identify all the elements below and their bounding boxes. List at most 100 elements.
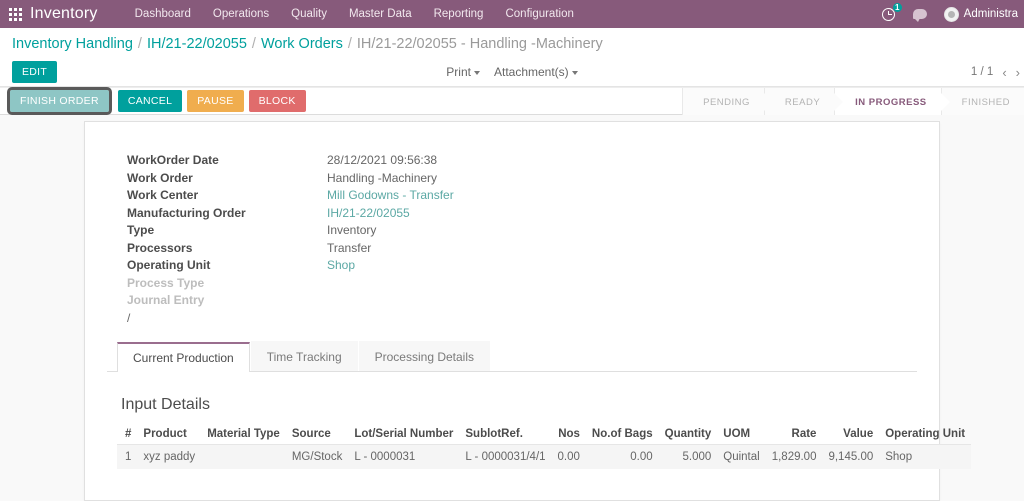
breadcrumb-separator: / xyxy=(347,36,352,52)
table-row[interactable]: 1 xyz paddy MG/Stock L - 0000031 L - 000… xyxy=(117,444,972,469)
apps-grid-glyph xyxy=(8,7,22,21)
attachments-dropdown[interactable]: Attachment(s) xyxy=(494,65,578,79)
column-header-material-type[interactable]: Material Type xyxy=(201,424,286,445)
cell-sublot-ref: L - 0000031/4/1 xyxy=(459,444,552,469)
cancel-button[interactable]: CANCEL xyxy=(117,90,183,112)
cell-nos: 0.00 xyxy=(551,444,586,469)
status-step-pending[interactable]: PENDING xyxy=(682,88,773,116)
field-label-workorder-date: WorkOrder Date xyxy=(127,153,219,167)
column-header-rate[interactable]: Rate xyxy=(765,424,823,445)
cell-quantity: 5.000 xyxy=(658,444,718,469)
block-button[interactable]: BLOCK xyxy=(248,90,306,112)
field-value-manufacturing-order[interactable]: IH/21-22/02055 xyxy=(327,205,917,223)
apps-grid-icon[interactable] xyxy=(0,0,30,28)
field-value-workorder-date: 28/12/2021 09:56:38 xyxy=(327,153,438,167)
field-label-process-type: Process Type xyxy=(127,275,205,290)
menu-item-reporting[interactable]: Reporting xyxy=(423,2,495,26)
menu-item-master-data[interactable]: Master Data xyxy=(338,2,423,26)
activity-count-badge: 1 xyxy=(892,3,902,12)
finish-order-button[interactable]: FINISH ORDER xyxy=(7,87,112,115)
pager-next-icon[interactable]: › xyxy=(1016,66,1020,79)
field-label-operating-unit: Operating Unit xyxy=(127,258,211,272)
pager-counter: 1 / 1 xyxy=(970,66,994,78)
chevron-down-icon xyxy=(473,70,480,75)
menu-item-dashboard[interactable]: Dashboard xyxy=(124,2,202,26)
control-panel: Inventory Handling / IH/21-22/02055 / Wo… xyxy=(0,28,1024,87)
status-step-finished[interactable]: FINISHED xyxy=(940,88,1024,116)
field-label-manufacturing-order: Manufacturing Order xyxy=(127,205,246,220)
cell-rate: 1,829.00 xyxy=(765,444,823,469)
activity-menu-button[interactable]: 1 xyxy=(873,0,904,28)
field-label-processors: Processors xyxy=(127,240,193,255)
cell-no-of-bags: 0.00 xyxy=(585,444,659,469)
breadcrumb-item-current: IH/21-22/02055 - Handling -Machinery xyxy=(356,36,603,52)
column-header-lot-serial-number[interactable]: Lot/Serial Number xyxy=(348,424,460,445)
column-header-source[interactable]: Source xyxy=(285,424,349,445)
column-header-nos[interactable]: Nos xyxy=(551,424,586,445)
status-step-ready[interactable]: READY xyxy=(763,88,844,116)
navbar-systray: 1 Administra xyxy=(873,0,1024,28)
menu-item-operations[interactable]: Operations xyxy=(202,2,280,26)
input-details-table: # Product Material Type Source Lot/Seria… xyxy=(117,424,972,469)
cell-material-type xyxy=(201,444,286,469)
column-header-sublot-ref[interactable]: SublotRef. xyxy=(459,424,552,445)
top-navbar: Inventory Dashboard Operations Quality M… xyxy=(0,0,1024,28)
edit-button[interactable]: EDIT xyxy=(12,61,58,83)
field-label-work-order: Work Order xyxy=(127,170,193,185)
user-avatar-icon xyxy=(943,6,959,22)
status-step-in-progress[interactable]: IN PROGRESS xyxy=(834,88,950,116)
cell-source: MG/Stock xyxy=(285,444,349,469)
cell-uom: Quintal xyxy=(717,444,766,469)
breadcrumb: Inventory Handling / IH/21-22/02055 / Wo… xyxy=(0,28,1024,58)
work-order-form: WorkOrder Date 28/12/2021 09:56:38 Work … xyxy=(107,152,917,310)
main-menu: Dashboard Operations Quality Master Data… xyxy=(124,2,585,26)
field-value-work-center[interactable]: Mill Godowns - Transfer xyxy=(327,187,917,205)
status-steps: PENDING READY IN PROGRESS FINISHED xyxy=(682,88,1024,116)
notebook-tabs: Current Production Time Tracking Process… xyxy=(107,341,917,372)
column-header-uom[interactable]: UOM xyxy=(717,424,766,445)
breadcrumb-item-work-orders[interactable]: Work Orders xyxy=(261,36,343,52)
cell-operating-unit: Shop xyxy=(879,444,972,469)
breadcrumb-item-order-ref[interactable]: IH/21-22/02055 xyxy=(147,36,247,52)
field-value-type: Inventory xyxy=(327,223,377,237)
input-details-title: Input Details xyxy=(121,396,210,413)
tab-time-tracking[interactable]: Time Tracking xyxy=(250,341,358,371)
breadcrumb-item-inventory-handling[interactable]: Inventory Handling xyxy=(12,36,133,52)
pause-button[interactable]: PAUSE xyxy=(187,90,244,112)
menu-item-quality[interactable]: Quality xyxy=(280,2,338,26)
cell-product: xyz paddy xyxy=(137,444,202,469)
print-dropdown[interactable]: Print xyxy=(446,65,480,79)
workflow-buttons: FINISH ORDER CANCEL PAUSE BLOCK xyxy=(4,87,306,115)
column-header-value[interactable]: Value xyxy=(822,424,880,445)
app-brand-title[interactable]: Inventory xyxy=(30,5,98,23)
field-label-work-center: Work Center xyxy=(127,188,199,202)
menu-item-configuration[interactable]: Configuration xyxy=(494,2,584,26)
field-value-process-type xyxy=(327,275,917,293)
user-menu-button[interactable]: Administra xyxy=(936,6,1022,22)
column-header-operating-unit[interactable]: Operating Unit xyxy=(879,424,972,445)
breadcrumb-separator: / xyxy=(251,36,256,52)
column-header-quantity[interactable]: Quantity xyxy=(658,424,718,445)
print-label: Print xyxy=(446,65,471,79)
workflow-statusbar-row: FINISH ORDER CANCEL PAUSE BLOCK PENDING … xyxy=(0,87,1024,116)
column-header-index[interactable]: # xyxy=(117,424,138,445)
field-value-operating-unit[interactable]: Shop xyxy=(327,257,917,275)
pager-previous-icon[interactable]: ‹ xyxy=(1002,66,1006,79)
tab-current-production[interactable]: Current Production xyxy=(117,342,250,372)
action-toolbar: EDIT Print Attachment(s) 1 / 1 ‹ › xyxy=(0,58,1024,86)
form-view-page: WorkOrder Date 28/12/2021 09:56:38 Work … xyxy=(0,115,1024,501)
form-sheet: WorkOrder Date 28/12/2021 09:56:38 Work … xyxy=(84,121,972,501)
toolbar-dropdowns: Print Attachment(s) xyxy=(0,65,1024,79)
notebook: Current Production Time Tracking Process… xyxy=(107,341,972,469)
form-trailing-text: / xyxy=(127,310,131,325)
attachments-label: Attachment(s) xyxy=(493,65,569,79)
column-header-product[interactable]: Product xyxy=(137,424,202,445)
field-value-journal-entry xyxy=(327,292,917,310)
record-pager: 1 / 1 ‹ › xyxy=(971,58,1020,86)
field-value-processors: Transfer xyxy=(327,240,372,255)
messaging-menu-button[interactable] xyxy=(904,0,936,28)
user-name-label: Administra xyxy=(963,8,1018,20)
column-header-no-of-bags[interactable]: No.of Bags xyxy=(585,424,659,445)
table-header-row: # Product Material Type Source Lot/Seria… xyxy=(117,424,972,445)
tab-processing-details[interactable]: Processing Details xyxy=(358,341,490,371)
